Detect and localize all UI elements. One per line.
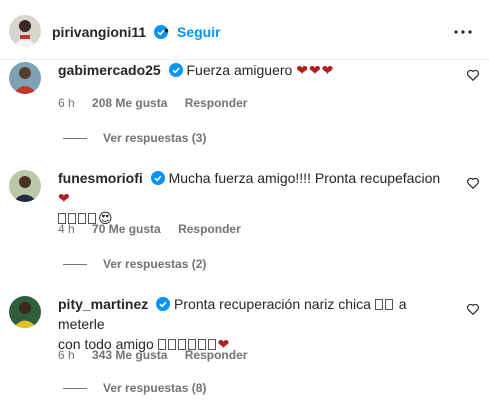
author-avatar[interactable] <box>9 15 41 47</box>
follow-button[interactable]: Seguir <box>177 24 221 40</box>
comment-message: Mucha fuerza amigo!!!! Pronta recupefaci… <box>168 170 441 186</box>
comment-meta: 6 h 343 Me gusta Responder <box>58 348 261 362</box>
comment-meta: 6 h 208 Me gusta Responder <box>58 96 261 110</box>
reply-button[interactable]: Responder <box>185 96 248 110</box>
replies-divider <box>63 138 87 140</box>
commenter-username[interactable]: funesmoriofi <box>58 170 143 186</box>
likes-count[interactable]: 208 Me gusta <box>92 96 167 110</box>
comment-message: Pronta recuperación nariz chica <box>174 296 371 312</box>
verified-badge-icon <box>150 171 165 185</box>
comment-text: pity_martinez Pronta recuperación nariz … <box>58 294 448 354</box>
view-replies-button[interactable]: Ver respuestas (2) <box>63 257 206 271</box>
comment-time: 6 h <box>58 96 75 110</box>
commenter-username[interactable]: gabimercado25 <box>58 62 161 78</box>
likes-count[interactable]: 343 Me gusta <box>92 348 167 362</box>
comment-message: Fuerza amiguero <box>186 62 297 78</box>
commenter-avatar[interactable] <box>9 296 41 328</box>
reply-button[interactable]: Responder <box>178 222 241 236</box>
verified-badge-icon <box>168 63 183 77</box>
author-username[interactable]: pirivangioni11 <box>52 24 169 40</box>
likes-count[interactable]: 70 Me gusta <box>92 222 161 236</box>
post-header: pirivangioni11 • Seguir <box>0 0 489 60</box>
comment-text: gabimercado25 Fuerza amiguero ❤❤❤ <box>58 60 448 80</box>
commenter-username[interactable]: pity_martinez <box>58 296 148 312</box>
comment-text: funesmoriofi Mucha fuerza amigo!!!! Pron… <box>58 168 448 228</box>
separator-dot: • <box>164 22 169 38</box>
heart-outline-icon[interactable] <box>466 68 480 82</box>
verified-badge-icon <box>156 297 171 311</box>
hearts-emoji: ❤❤❤ <box>296 62 335 78</box>
emoji-placeholder-boxes <box>374 296 395 312</box>
view-replies-button[interactable]: Ver respuestas (8) <box>63 381 206 395</box>
commenter-avatar[interactable] <box>9 62 41 94</box>
comment-item: funesmoriofi Mucha fuerza amigo!!!! Pron… <box>0 166 489 276</box>
heart-outline-icon[interactable] <box>466 176 480 190</box>
comment-item: gabimercado25 Fuerza amiguero ❤❤❤ 6 h 20… <box>0 58 489 150</box>
view-replies-button[interactable]: Ver respuestas (3) <box>63 131 206 145</box>
more-options-icon[interactable] <box>451 22 475 42</box>
reply-button[interactable]: Responder <box>185 348 248 362</box>
heart-outline-icon[interactable] <box>466 302 480 316</box>
comment-meta: 4 h 70 Me gusta Responder <box>58 222 255 236</box>
commenter-avatar[interactable] <box>9 170 41 202</box>
comment-time: 6 h <box>58 348 75 362</box>
heart-emoji: ❤ <box>58 190 71 206</box>
replies-divider <box>63 264 87 266</box>
replies-divider <box>63 388 87 390</box>
comment-time: 4 h <box>58 222 75 236</box>
comment-item: pity_martinez Pronta recuperación nariz … <box>0 292 489 402</box>
